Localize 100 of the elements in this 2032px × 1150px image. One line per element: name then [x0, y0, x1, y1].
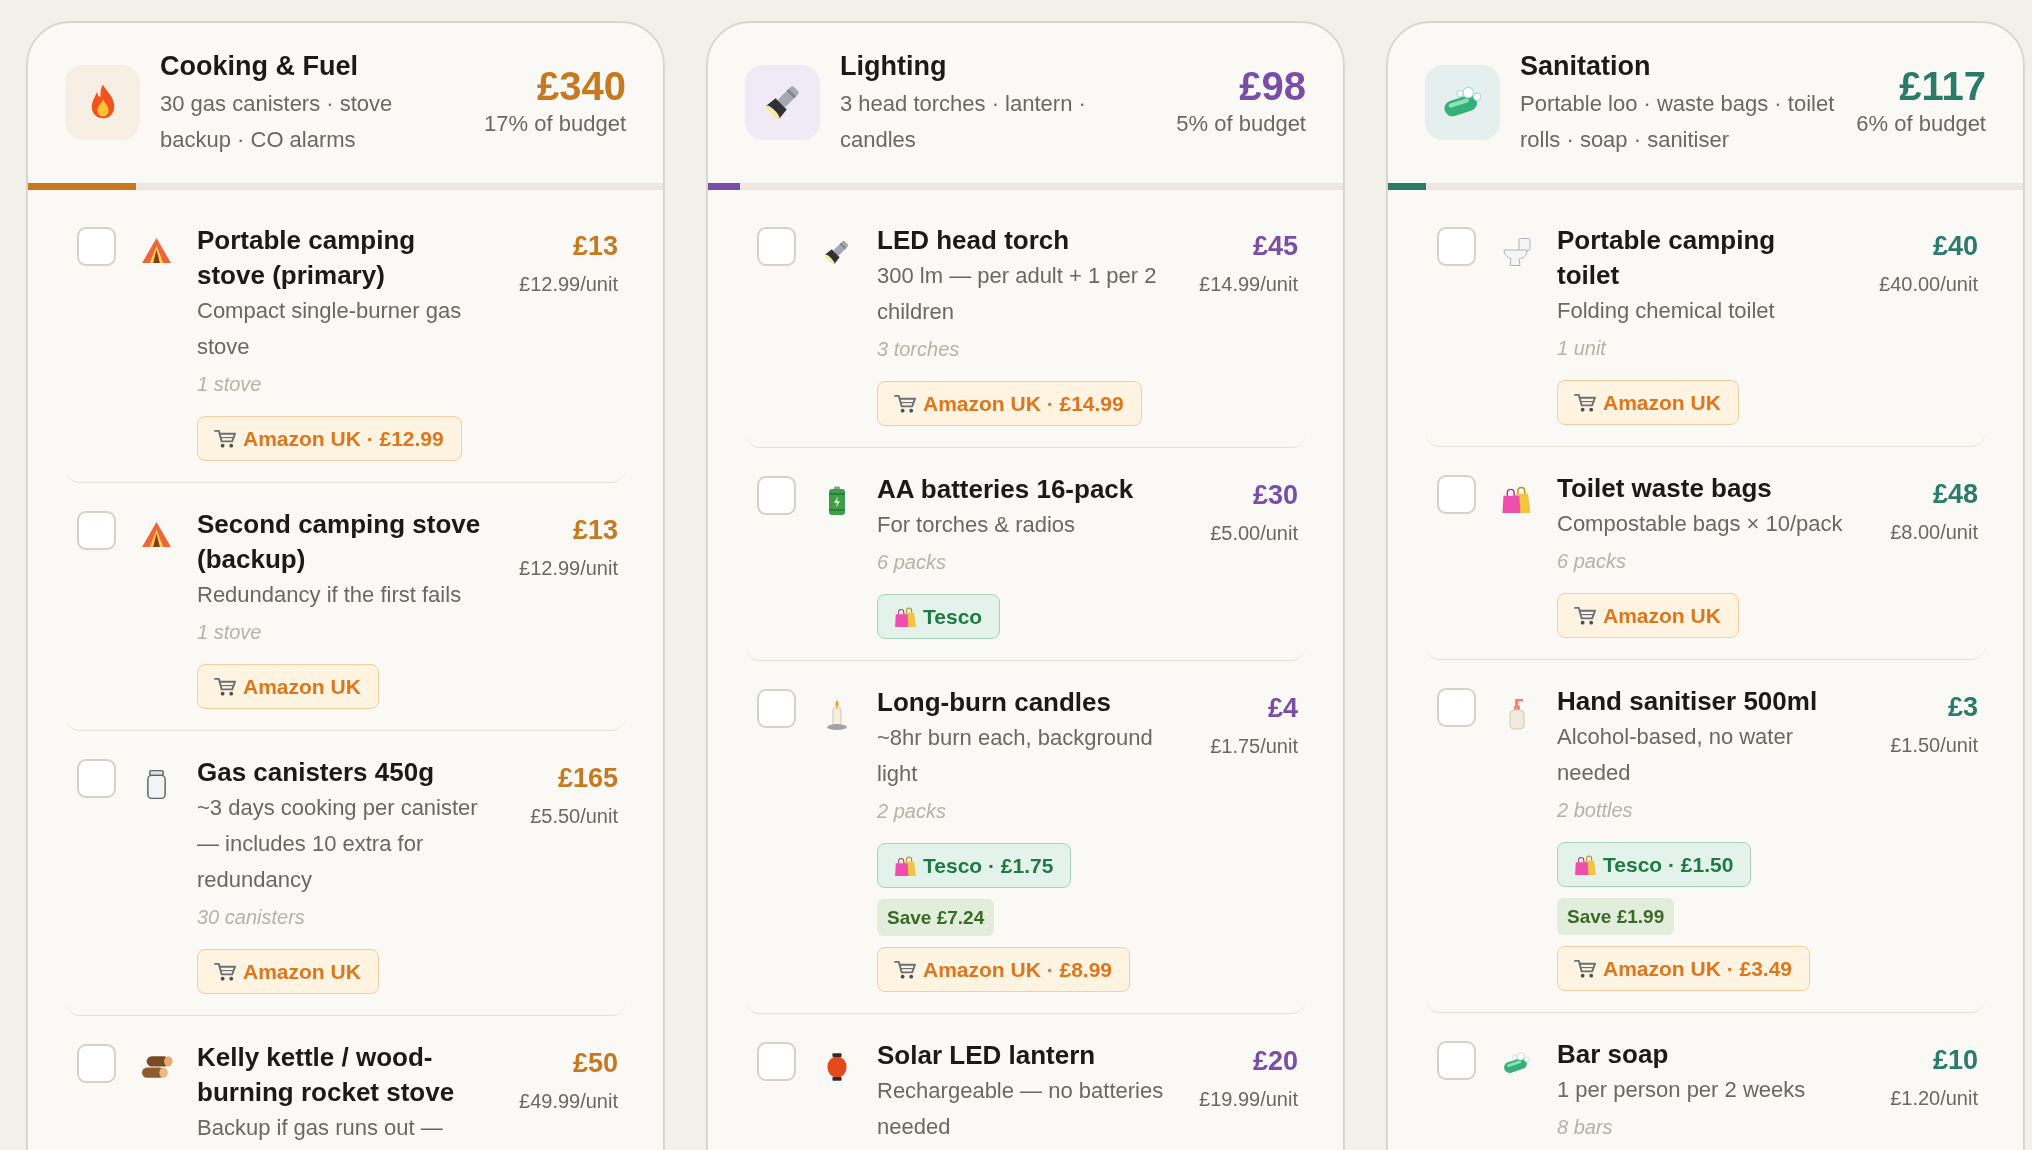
unit-price: £14.99/unit [1199, 272, 1298, 297]
shopping-cart-icon [1574, 605, 1597, 626]
item-price: £165 [557, 762, 618, 795]
store-link[interactable]: Amazon UK · £3.49 [1557, 946, 1811, 991]
checkbox[interactable] [1437, 475, 1476, 514]
unit-price: £12.99/unit [519, 272, 618, 297]
item-quantity: 6 packs [1557, 549, 1626, 574]
store-link[interactable]: Amazon UK [1557, 593, 1739, 638]
soap-icon [1425, 64, 1500, 140]
toilet-icon [1501, 237, 1532, 267]
unit-price: £40.00/unit [1879, 272, 1978, 297]
battery-icon [826, 486, 847, 516]
item-price: £30 [1252, 479, 1298, 512]
store-link[interactable]: Amazon UK [1557, 380, 1739, 425]
budget-share: 17% of budget [484, 110, 626, 138]
item-quantity: 3 torches [877, 337, 960, 362]
checkbox[interactable] [757, 476, 796, 515]
category-total: £340 [537, 64, 626, 108]
item-price: £4 [1267, 692, 1298, 725]
candle-icon [824, 699, 849, 731]
unit-price: £1.20/unit [1890, 1086, 1978, 1111]
item-name: Solar LED lantern [877, 1039, 1096, 1072]
item-description: 300 lm — per adult + 1 per 2 children [877, 262, 1158, 326]
category-title: Sanitation [1520, 50, 1652, 83]
tent-icon [141, 521, 172, 548]
item-price: £48 [1932, 478, 1978, 511]
item-name: Portable camping stove (primary) [197, 224, 417, 292]
category-summary: 3 head torches · lantern · candles [840, 90, 1087, 154]
item-name: Hand sanitiser 500ml [1557, 685, 1818, 718]
item-description: Redundancy if the first fails [197, 581, 462, 609]
item-name: LED head torch [877, 224, 1070, 257]
item-description: Compact single-burner gas stove [197, 297, 463, 361]
jar-icon [145, 769, 168, 800]
category-total: £98 [1239, 64, 1306, 108]
store-link[interactable]: Amazon UK · £8.99 [877, 947, 1131, 992]
store-link[interactable]: Amazon UK · £12.99 [197, 416, 462, 461]
unit-price: £5.00/unit [1210, 521, 1298, 546]
store-link[interactable]: Amazon UK · £14.99 [877, 381, 1142, 426]
item-price: £3 [1947, 691, 1978, 724]
checkbox[interactable] [77, 1044, 116, 1083]
store-link[interactable]: Amazon UK [197, 949, 379, 994]
pump-bottle-icon [1506, 698, 1527, 730]
unit-price: £49.99/unit [519, 1089, 618, 1114]
wood-logs-icon [140, 1054, 173, 1079]
shopping-bags-icon [894, 605, 917, 628]
item-price: £20 [1252, 1045, 1298, 1078]
tent-icon [141, 237, 172, 264]
budget-share: 5% of budget [1176, 110, 1306, 138]
checkbox[interactable] [77, 511, 116, 550]
item-description: ~8hr burn each, background light [877, 724, 1154, 788]
unit-price: £5.50/unit [530, 804, 618, 829]
budget-share: 6% of budget [1856, 110, 1986, 138]
item-description: Rechargeable — no batteries needed [877, 1077, 1165, 1141]
item-quantity: 6 packs [877, 550, 946, 575]
checkbox[interactable] [757, 227, 796, 266]
store-link[interactable]: Tesco · £1.50 [1557, 842, 1752, 887]
flame-icon [65, 64, 140, 140]
item-description: For torches & radios [877, 511, 1076, 539]
item-name: Long-burn candles [877, 686, 1111, 719]
item-price: £40 [1932, 230, 1978, 263]
shopping-bags-icon [1574, 853, 1597, 876]
shopping-cart-icon [894, 959, 917, 980]
shopping-cart-icon [214, 428, 237, 449]
unit-price: £1.50/unit [1890, 733, 1978, 758]
item-name: Kelly kettle / wood-burning rocket stove [197, 1041, 456, 1109]
shopping-cart-icon [214, 961, 237, 982]
item-quantity: 2 bottles [1557, 798, 1633, 823]
checkbox[interactable] [757, 1042, 796, 1081]
unit-price: £12.99/unit [519, 556, 618, 581]
unit-price: £1.75/unit [1210, 734, 1298, 759]
checkbox[interactable] [77, 227, 116, 266]
item-description: Compostable bags × 10/pack [1557, 510, 1843, 538]
item-quantity: 1 unit [1557, 336, 1606, 361]
savings-tag: Save £7.24 [877, 899, 995, 936]
category-summary: Portable loo · waste bags · toilet rolls · soap · sanitiser [1520, 90, 1836, 154]
store-link[interactable]: Tesco · £1.75 [877, 843, 1072, 888]
item-price: £13 [572, 230, 618, 263]
item-description: Alcohol-based, no water needed [1557, 723, 1795, 787]
checkbox[interactable] [1437, 688, 1476, 727]
shopping-cart-icon [214, 676, 237, 697]
unit-price: £8.00/unit [1890, 520, 1978, 545]
store-link[interactable]: Tesco [877, 594, 1001, 639]
paper-lantern-icon [825, 1052, 848, 1082]
item-quantity: 2 packs [877, 799, 946, 824]
item-quantity: 8 bars [1557, 1115, 1613, 1140]
category-title: Cooking & Fuel [160, 50, 359, 83]
store-link[interactable]: Amazon UK [197, 664, 379, 709]
item-quantity: 1 stove [197, 620, 262, 645]
checkbox[interactable] [1437, 1041, 1476, 1080]
checkbox[interactable] [757, 689, 796, 728]
category-summary: 30 gas canisters · stove backup · CO alarms [160, 90, 394, 154]
item-name: Portable camping toilet [1557, 224, 1777, 292]
item-name: Gas canisters 450g [197, 756, 435, 789]
item-price: £45 [1252, 230, 1298, 263]
item-price: £13 [572, 514, 618, 547]
checkbox[interactable] [77, 759, 116, 798]
shopping-cart-icon [894, 393, 917, 414]
item-name: Toilet waste bags [1557, 472, 1772, 505]
category-total: £117 [1899, 64, 1986, 108]
checkbox[interactable] [1437, 227, 1476, 266]
